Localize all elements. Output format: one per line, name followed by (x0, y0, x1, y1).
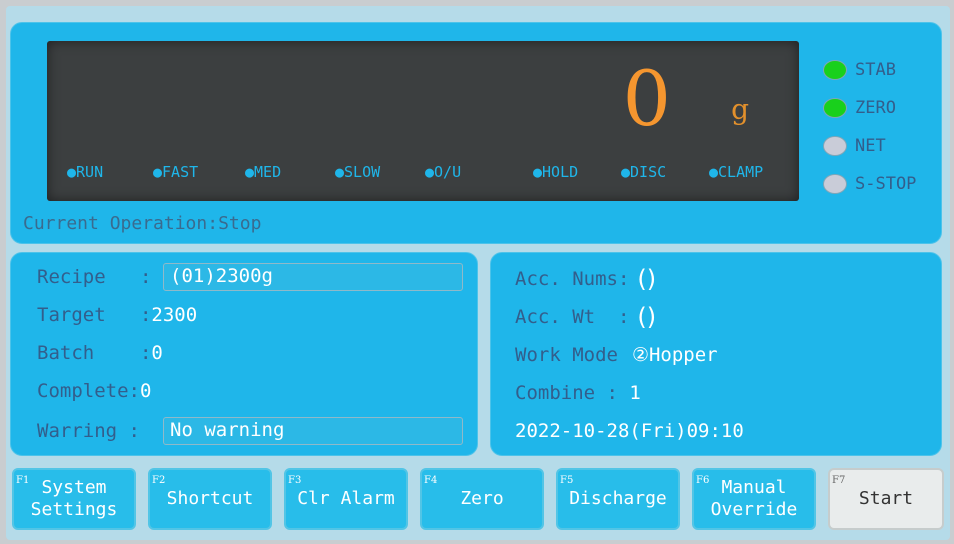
fkey-number: F7 (832, 475, 846, 486)
status-flag-ou: ●O/U (425, 163, 462, 181)
indicator-zero: ZERO (823, 89, 939, 127)
shortcut-button[interactable]: F2 Shortcut (148, 468, 272, 530)
combine-value: 1 (629, 382, 641, 404)
fkey-number: F5 (560, 475, 574, 486)
stab-led-icon (823, 60, 847, 80)
complete-value: 0 (139, 380, 152, 402)
accumulation-panel: Acc. Nums: () Acc. Wt : () Work Mode ②Ho… (490, 252, 942, 456)
work-mode-row: Work Mode ②Hopper (515, 341, 718, 369)
batch-label: Batch : (37, 342, 152, 364)
function-key-bar: F1 System Settings F2 Shortcut F3 Clr Al… (10, 468, 946, 532)
datetime: 2022-10-28(Fri)09:10 (515, 420, 744, 442)
weight-display: 0 g ●RUN ●FAST ●MED ●SLOW ●O/U ●HOLD ●DI… (47, 41, 799, 201)
recipe-field[interactable]: (01)2300g (163, 263, 463, 291)
discharge-button[interactable]: F5 Discharge (556, 468, 680, 530)
indicator-label: STAB (855, 60, 896, 80)
current-operation-label: Current Operation: (23, 213, 219, 234)
status-flag-slow: ●SLOW (335, 163, 381, 181)
acc-nums-label: Acc. Nums: (515, 268, 630, 290)
fkey-label: Clr Alarm (297, 488, 395, 509)
weight-display-panel: 0 g ●RUN ●FAST ●MED ●SLOW ●O/U ●HOLD ●DI… (10, 22, 942, 244)
hmi-screen: 0 g ●RUN ●FAST ●MED ●SLOW ●O/U ●HOLD ●DI… (6, 6, 950, 540)
current-operation-value: Stop (218, 213, 262, 234)
acc-wt-label: Acc. Wt : (515, 306, 630, 328)
target-label: Target : (37, 304, 152, 326)
fkey-number: F1 (16, 475, 30, 486)
status-flag-med: ●MED (245, 163, 282, 181)
combine-label: Combine : (515, 382, 630, 404)
zero-button[interactable]: F4 Zero (420, 468, 544, 530)
warring-label: Warring : (37, 420, 140, 442)
status-flag-disc: ●DISC (621, 163, 667, 181)
start-button[interactable]: F7 Start (828, 468, 944, 530)
indicator-label: NET (855, 136, 886, 156)
current-operation: Current Operation:Stop (23, 213, 261, 234)
status-flag-fast: ●FAST (153, 163, 199, 181)
status-flag-clamp: ●CLAMP (709, 163, 764, 181)
zero-led-icon (823, 98, 847, 118)
datetime-row: 2022-10-28(Fri)09:10 (515, 417, 744, 445)
acc-wt-value: () (637, 303, 657, 331)
indicator-label: ZERO (855, 98, 896, 118)
combine-row: Combine : 1 (515, 379, 641, 407)
work-mode-label: Work Mode (515, 344, 618, 366)
system-settings-button[interactable]: F1 System Settings (12, 468, 136, 530)
recipe-label: Recipe : (37, 266, 152, 288)
acc-wt-row: Acc. Wt : () (515, 303, 656, 331)
indicator-label: S-STOP (855, 174, 917, 194)
manual-override-button[interactable]: F6 Manual Override (692, 468, 816, 530)
indicator-stab: STAB (823, 51, 939, 89)
fkey-number: F6 (696, 475, 710, 486)
complete-row: Complete: 0 (37, 377, 151, 405)
acc-nums-value: () (637, 265, 657, 293)
fkey-label: Zero (460, 488, 504, 509)
work-mode-value: ②Hopper (631, 344, 718, 366)
fkey-number: F3 (288, 475, 302, 486)
weight-value: 0 (622, 54, 671, 143)
indicator-lights: STAB ZERO NET S-STOP (823, 51, 939, 203)
recipe-row: Recipe : (37, 263, 151, 291)
warning-field: No warning (163, 417, 463, 445)
batch-row: Batch : 0 (37, 339, 163, 367)
status-flag-run: ●RUN (67, 163, 104, 181)
indicator-s-stop: S-STOP (823, 165, 939, 203)
target-value: 2300 (151, 304, 198, 326)
target-row: Target : 2300 (37, 301, 197, 329)
recipe-info-panel: Recipe : (01)2300g Target : 2300 Batch :… (10, 252, 478, 456)
fkey-label: Manual Override (710, 477, 798, 520)
weight-unit: g (731, 93, 749, 126)
complete-label: Complete: (37, 380, 140, 402)
batch-value: 0 (151, 342, 163, 364)
acc-nums-row: Acc. Nums: () (515, 265, 656, 293)
fkey-number: F2 (152, 475, 166, 486)
fkey-label: Discharge (569, 488, 667, 509)
s-stop-led-icon (823, 174, 847, 194)
fkey-label: System Settings (30, 477, 118, 520)
indicator-net: NET (823, 127, 939, 165)
fkey-number: F4 (424, 475, 438, 486)
status-flags-row: ●RUN ●FAST ●MED ●SLOW ●O/U ●HOLD ●DISC ●… (47, 163, 799, 185)
net-led-icon (823, 136, 847, 156)
fkey-label: Shortcut (166, 488, 254, 509)
fkey-label: Start (858, 488, 914, 509)
clr-alarm-button[interactable]: F3 Clr Alarm (284, 468, 408, 530)
warring-row: Warring : (37, 417, 140, 445)
status-flag-hold: ●HOLD (533, 163, 579, 181)
